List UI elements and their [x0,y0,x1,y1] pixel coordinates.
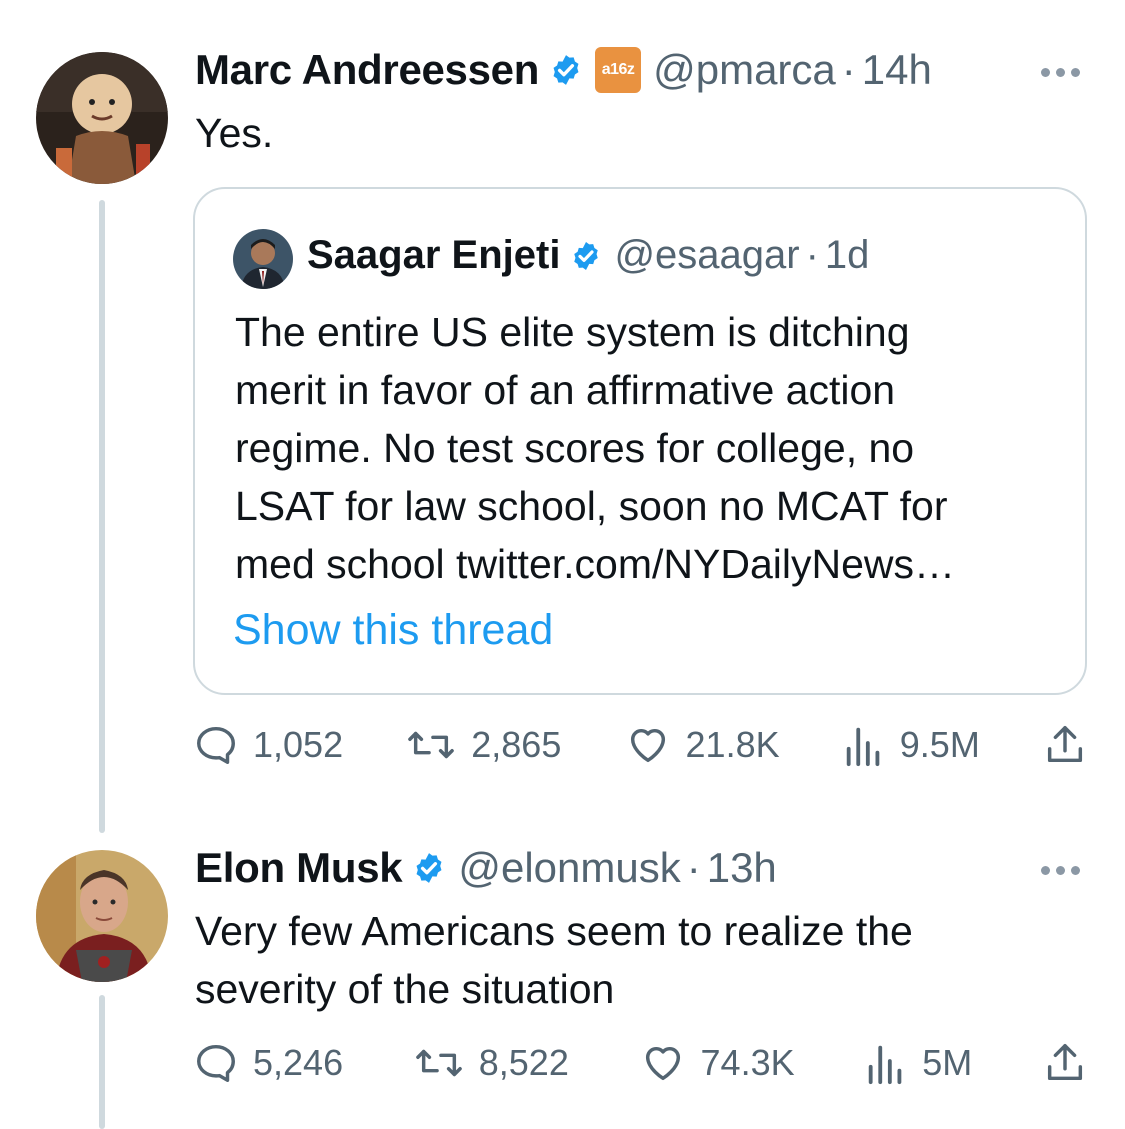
quoted-text-line: regime. No test scores for college, no [235,425,915,471]
retweet-icon [413,1040,465,1086]
heart-icon [639,1040,687,1086]
separator-dot: · [841,46,856,93]
reply-count: 1,052 [253,724,344,765]
quoted-author-name: Saagar Enjeti [307,233,561,277]
quoted-tweet-text: The entire US elite system is ditching m… [235,303,1075,593]
tweet-header: Elon Musk @elonmusk · 13h [195,844,777,892]
reply-icon [193,1040,239,1086]
author-name[interactable]: Elon Musk [195,844,403,892]
verified-badge-icon [570,240,602,272]
retweet-button[interactable]: 2,865 [405,722,561,768]
tweet-actions: 5,246 8,522 74.3K 5M [193,1040,1088,1086]
thread-line [99,995,105,1129]
avatar-elon-musk[interactable] [36,850,168,982]
views-button[interactable]: 5M [864,1040,972,1086]
heart-icon [624,722,672,768]
quoted-timestamp: 1d [824,233,870,277]
avatar-saagar-enjeti [233,229,293,289]
tweet-text: Very few Americans seem to realize the s… [195,902,913,1018]
like-button[interactable]: 21.8K [624,722,780,768]
reply-button[interactable]: 1,052 [193,722,343,768]
quoted-text-line: merit in favor of an affirmative action [235,367,896,413]
author-name[interactable]: Marc Andreessen [195,46,539,94]
views-count: 5M [922,1042,973,1083]
author-handle[interactable]: @pmarca [653,46,836,94]
quoted-text-line: med school twitter.com/NYDailyNews… [235,541,955,587]
share-icon [1042,722,1088,768]
more-options-icon[interactable] [1041,866,1080,875]
quoted-tweet-header: Saagar Enjeti @esaagar · 1d [307,233,869,278]
retweet-icon [405,722,457,768]
verified-badge-icon [549,53,583,87]
tweet-header: Marc Andreessen a16z @pmarca · 14h [195,46,932,94]
reply-button[interactable]: 5,246 [193,1040,343,1086]
like-button[interactable]: 74.3K [639,1040,795,1086]
reply-icon [193,722,239,768]
quoted-text-line: LSAT for law school, soon no MCAT for [235,483,948,529]
like-count: 74.3K [700,1042,795,1083]
tweet-text-line: severity of the situation [195,966,615,1012]
retweet-count: 2,865 [471,724,562,765]
author-handle[interactable]: @elonmusk [458,844,680,892]
verified-badge-icon [412,851,446,885]
avatar-marc-andreessen[interactable] [36,52,168,184]
tweet-timestamp[interactable]: 13h [707,844,777,892]
separator-dot: · [805,233,819,277]
share-icon [1042,1040,1088,1086]
quoted-author-handle: @esaagar [614,233,800,277]
reply-count: 5,246 [253,1042,344,1083]
show-this-thread-link[interactable]: Show this thread [233,606,553,655]
retweet-count: 8,522 [478,1042,569,1083]
share-button[interactable] [1042,722,1088,768]
more-options-icon[interactable] [1041,68,1080,77]
org-badge-a16z[interactable]: a16z [595,47,642,93]
tweet-text: Yes. [195,110,274,156]
views-count: 9.5M [899,724,980,765]
views-icon [864,1040,908,1086]
share-button[interactable] [1042,1040,1088,1086]
thread-line [99,200,105,833]
retweet-button[interactable]: 8,522 [413,1040,569,1086]
views-button[interactable]: 9.5M [842,722,980,768]
quoted-text-line: The entire US elite system is ditching [235,309,910,355]
tweet-timestamp[interactable]: 14h [862,46,932,94]
like-count: 21.8K [685,724,780,765]
separator-dot: · [686,844,701,891]
tweet-actions: 1,052 2,865 21.8K 9.5M [193,722,1088,768]
views-icon [842,722,886,768]
tweet-text-line: Very few Americans seem to realize the [195,908,913,954]
